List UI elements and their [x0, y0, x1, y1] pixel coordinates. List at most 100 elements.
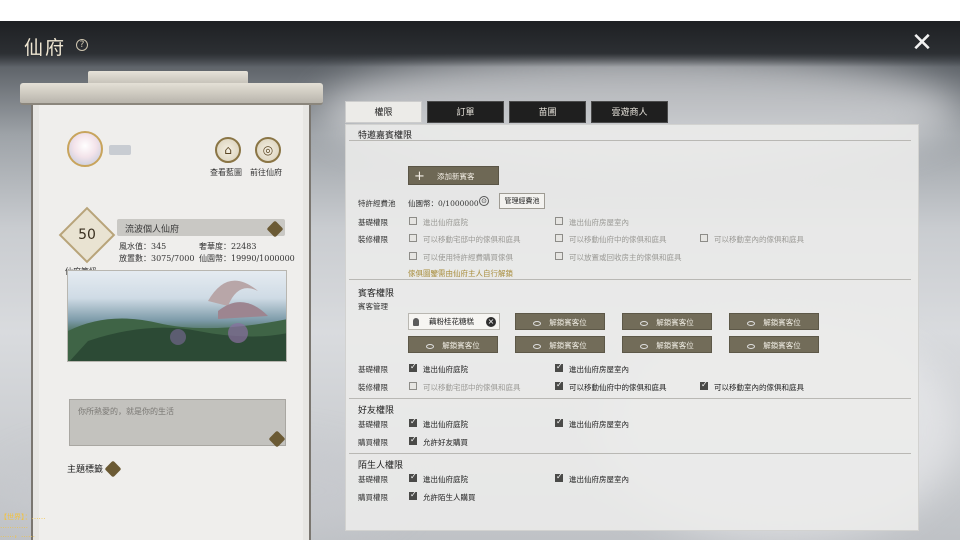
unlock-guest-slot-button[interactable]: 解鎖賓客位: [729, 313, 819, 330]
help-icon[interactable]: ?: [76, 39, 88, 51]
level-value: 50: [78, 227, 96, 243]
special-move-residence-label: 可以移動仙府中的傢俱和庭具: [569, 235, 667, 244]
special-decor-label: 裝修權限: [358, 235, 388, 244]
unlock-guest-slot-button[interactable]: 解鎖賓客位: [515, 336, 605, 353]
guest-move-room-checkbox[interactable]: [700, 380, 708, 390]
stranger-buy-label: 購買權限: [358, 493, 388, 502]
eye-icon: [747, 320, 756, 326]
guest-move-room-label: 可以移動室內的傢俱和庭具: [714, 383, 804, 392]
tab-permissions[interactable]: 權限: [345, 101, 422, 123]
guest-enter-house-label: 進出仙府房屋室內: [569, 365, 629, 374]
chat-line: 【世界】：……: [0, 513, 46, 521]
fengshui-label: 風水值：: [119, 242, 151, 251]
special-move-residence-checkbox[interactable]: [555, 234, 563, 242]
placed-count-label: 放置數：: [119, 254, 151, 263]
eye-icon: [533, 320, 542, 326]
tab-nursery[interactable]: 苗圃: [509, 101, 586, 123]
player-name-blur: [109, 145, 131, 155]
unlock-guest-slot-button[interactable]: 解鎖賓客位: [515, 313, 605, 330]
unlock-guest-slot-button[interactable]: 解鎖賓客位: [729, 336, 819, 353]
guest-basic-label: 基礎權限: [358, 365, 388, 374]
special-enter-yard-label: 進出仙府庭院: [423, 218, 468, 227]
guest-enter-yard-label: 進出仙府庭院: [423, 365, 468, 374]
plus-icon: +: [414, 169, 425, 184]
unlock-hint: 傢俱圖鑒需由仙府主人自行解鎖: [408, 269, 513, 278]
luxury-value: 22483: [231, 242, 257, 251]
stranger-permissions-title: 陌生人權限: [358, 461, 404, 471]
stranger-enter-yard-checkbox[interactable]: [409, 472, 417, 482]
guest-enter-yard-checkbox[interactable]: [409, 362, 417, 372]
manage-fund-button[interactable]: 管理經費池: [499, 193, 545, 209]
avatar[interactable]: [67, 131, 103, 167]
friend-enter-yard-label: 進出仙府庭院: [423, 420, 468, 429]
unlock-guest-slot-button[interactable]: 解鎖賓客位: [622, 313, 712, 330]
theme-tags-label: 主題標籤: [67, 465, 104, 475]
coin-icon: ⊙: [479, 196, 489, 206]
special-use-fund-label: 可以使用特許經費購買傢俱: [423, 253, 513, 262]
title-bar: [0, 21, 960, 67]
tab-merchant[interactable]: 雲遊商人: [591, 101, 668, 123]
special-move-yard-label: 可以移動宅邸中的傢俱和庭具: [423, 235, 521, 244]
remove-guest-icon[interactable]: ×: [486, 317, 496, 327]
special-move-yard-checkbox[interactable]: [409, 234, 417, 242]
stranger-allow-buy-checkbox[interactable]: [409, 490, 417, 500]
add-guest-button[interactable]: + 添加新賓客: [408, 166, 499, 185]
fengshui-value: 345: [151, 242, 167, 251]
guest-permissions-title: 賓客權限: [358, 289, 395, 299]
stranger-basic-label: 基礎權限: [358, 475, 388, 484]
friend-buy-label: 購買權限: [358, 438, 388, 447]
luxury-label: 奢華度：: [199, 242, 231, 251]
chat-line: …………: [0, 522, 28, 530]
unlock-guest-slot-button[interactable]: 解鎖賓客位: [622, 336, 712, 353]
special-place-recycle-checkbox[interactable]: [555, 252, 563, 260]
special-enter-yard-checkbox[interactable]: [409, 217, 417, 225]
view-blueprint-label[interactable]: 查看藍圖: [210, 167, 242, 178]
fund-pool-label: 特許經費池: [358, 199, 396, 208]
special-enter-house-checkbox[interactable]: [555, 217, 563, 225]
eye-icon: [640, 320, 649, 326]
eye-icon: [533, 343, 542, 349]
chat-line: ……，……: [0, 531, 35, 539]
go-to-residence-label[interactable]: 前往仙府: [250, 167, 282, 178]
special-move-room-checkbox[interactable]: [700, 234, 708, 242]
blueprint-icon[interactable]: ⌂: [215, 137, 241, 163]
residence-name-bar: 流波個人仙府: [117, 219, 285, 236]
friend-allow-buy-checkbox[interactable]: [409, 435, 417, 445]
window-title: 仙府: [24, 37, 67, 59]
motto-placeholder: 你所熱愛的，就是你的生活: [78, 407, 174, 416]
guest-move-yard-checkbox[interactable]: [409, 382, 417, 390]
guest-move-residence-label: 可以移動仙府中的傢俱和庭具: [569, 383, 667, 392]
special-move-room-label: 可以移動室內的傢俱和庭具: [714, 235, 804, 244]
guest-decor-label: 裝修權限: [358, 383, 388, 392]
close-icon[interactable]: ✕: [910, 30, 934, 56]
residence-preview-image: [67, 270, 287, 362]
guest-name: 藕粉桂花糖糕: [429, 317, 474, 326]
guest-enter-house-checkbox[interactable]: [555, 362, 563, 372]
residence-name: 流波個人仙府: [125, 225, 180, 235]
unlock-guest-slot-button[interactable]: 解鎖賓客位: [408, 336, 498, 353]
special-basic-label: 基礎權限: [358, 218, 388, 227]
stranger-enter-house-label: 進出仙府房屋室內: [569, 475, 629, 484]
scroll-rod: [20, 83, 323, 105]
stranger-enter-yard-label: 進出仙府庭院: [423, 475, 468, 484]
guest-slot-1[interactable]: 藕粉桂花糖糕 ×: [408, 313, 500, 330]
friend-enter-house-label: 進出仙府房屋室內: [569, 420, 629, 429]
guest-move-residence-checkbox[interactable]: [555, 380, 563, 390]
friend-basic-label: 基礎權限: [358, 420, 388, 429]
special-enter-house-label: 進出仙府房屋室內: [569, 218, 629, 227]
person-icon: [413, 318, 419, 326]
friend-permissions-title: 好友權限: [358, 406, 395, 416]
motto-input[interactable]: 你所熱愛的，就是你的生活: [69, 399, 286, 446]
eye-icon: [747, 343, 756, 349]
special-place-recycle-label: 可以放置或回收房主的傢俱和庭具: [569, 253, 682, 262]
profile-panel: ⌂ 查看藍圖 ◎ 前往仙府 50 仙府等級 流波個人仙府 風水值：345 奢華度…: [31, 105, 311, 540]
friend-enter-yard-checkbox[interactable]: [409, 417, 417, 427]
stranger-allow-buy-label: 允許陌生人購買: [423, 493, 476, 502]
edit-tags-icon[interactable]: [104, 460, 122, 478]
stranger-enter-house-checkbox[interactable]: [555, 472, 563, 482]
special-use-fund-checkbox[interactable]: [409, 252, 417, 260]
tab-orders[interactable]: 訂單: [427, 101, 504, 123]
travel-icon[interactable]: ◎: [255, 137, 281, 163]
friend-enter-house-checkbox[interactable]: [555, 417, 563, 427]
fund-coins-value: 0/1000000: [438, 199, 479, 208]
